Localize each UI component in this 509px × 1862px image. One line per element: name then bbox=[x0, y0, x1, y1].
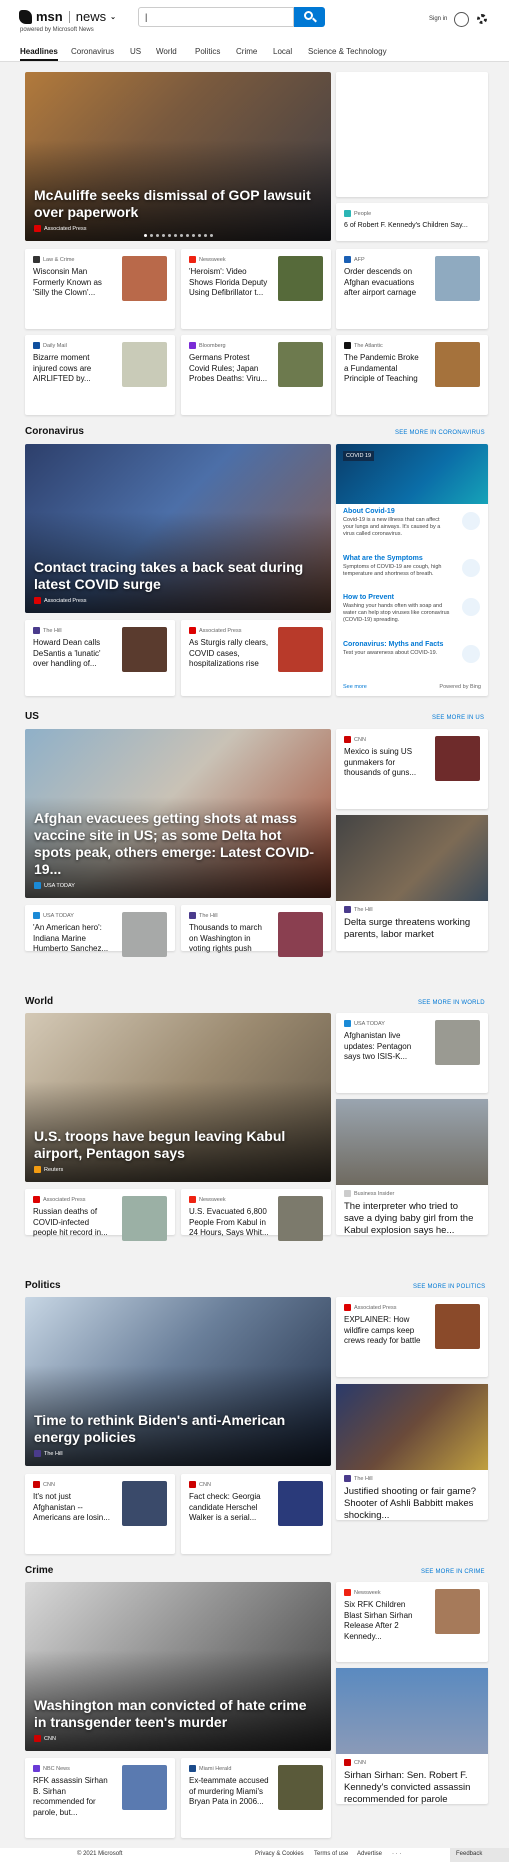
chevron-down-icon: ⌄ bbox=[110, 13, 116, 21]
covid-myths[interactable]: Coronavirus: Myths and Facts Test your aw… bbox=[343, 641, 483, 663]
feedback-button[interactable]: Feedback bbox=[450, 1848, 509, 1862]
see-more-world[interactable]: SEE MORE IN WORLD bbox=[418, 1000, 485, 1006]
tab-politics[interactable]: Politics bbox=[195, 47, 220, 56]
list-item[interactable]: Associated Press As Sturgis rally clears… bbox=[181, 620, 331, 696]
section-title-coronavirus: Coronavirus bbox=[25, 426, 84, 437]
list-item[interactable]: Business Insider The interpreter who tri… bbox=[336, 1099, 488, 1236]
tab-coronavirus[interactable]: Coronavirus bbox=[71, 47, 114, 56]
search-button[interactable] bbox=[294, 7, 325, 27]
covid-prevent[interactable]: How to Prevent Washing your hands often w… bbox=[343, 594, 483, 624]
list-item[interactable]: People 6 of Robert F. Kennedy's Children… bbox=[336, 203, 488, 241]
list-item[interactable]: USA TODAY Afghanistan live updates: Pent… bbox=[336, 1013, 488, 1093]
hero-source: Associated Press bbox=[34, 225, 87, 232]
brand-name: msn bbox=[36, 9, 63, 24]
list-item[interactable]: Newsweek 'Heroism': Video Shows Florida … bbox=[181, 249, 331, 329]
list-item[interactable]: The Atlantic The Pandemic Broke a Fundam… bbox=[336, 335, 488, 415]
header: msn news ⌄ powered by Microsoft News | S… bbox=[0, 0, 509, 62]
list-item[interactable]: CNN It's not just Afghanistan -- America… bbox=[25, 1474, 175, 1554]
list-item[interactable]: CNN Mexico is suing US gunmakers for tho… bbox=[336, 729, 488, 809]
gear-icon[interactable] bbox=[477, 14, 487, 24]
copyright: © 2021 Microsoft bbox=[77, 1851, 123, 1857]
see-more-crime[interactable]: SEE MORE IN CRIME bbox=[421, 1569, 485, 1575]
powered-by: powered by Microsoft News bbox=[20, 27, 94, 33]
list-item[interactable]: The Hill Howard Dean calls DeSantis a 'l… bbox=[25, 620, 175, 696]
list-item[interactable]: Associated Press Russian deaths of COVID… bbox=[25, 1189, 175, 1241]
world-hero[interactable]: U.S. troops have begun leaving Kabul air… bbox=[25, 1013, 331, 1182]
covid-about[interactable]: About Covid-19 Covid-19 is a new illness … bbox=[343, 508, 483, 538]
list-item[interactable]: Law & Crime Wisconsin Man Formerly Known… bbox=[25, 249, 175, 329]
info-icon bbox=[462, 512, 480, 530]
ad-placeholder bbox=[336, 72, 488, 197]
list-item[interactable]: CNN Fact check: Georgia candidate Hersch… bbox=[181, 1474, 331, 1554]
list-item[interactable]: Newsweek U.S. Evacuated 6,800 People Fro… bbox=[181, 1189, 331, 1241]
top-hero[interactable]: McAuliffe seeks dismissal of GOP lawsuit… bbox=[25, 72, 331, 241]
list-item[interactable]: Bloomberg Germans Protest Covid Rules; J… bbox=[181, 335, 331, 415]
avatar-icon[interactable] bbox=[454, 12, 469, 27]
section-title-us: US bbox=[25, 711, 39, 722]
section-title-world: World bbox=[25, 996, 54, 1007]
list-item[interactable]: The Hill Thousands to march on Washingto… bbox=[181, 905, 331, 957]
butterfly-icon bbox=[19, 9, 32, 24]
tab-headlines[interactable]: Headlines bbox=[20, 47, 58, 61]
list-item[interactable]: NBC News RFK assassin Sirhan B. Sirhan r… bbox=[25, 1758, 175, 1838]
tab-world[interactable]: World bbox=[156, 47, 177, 56]
search-input[interactable]: | bbox=[138, 7, 294, 27]
list-item[interactable]: The Hill Delta surge threatens working p… bbox=[336, 815, 488, 951]
politics-hero[interactable]: Time to rethink Biden's anti-American en… bbox=[25, 1297, 331, 1466]
covid-symptoms[interactable]: What are the Symptoms Symptoms of COVID-1… bbox=[343, 555, 483, 578]
section-title-crime: Crime bbox=[25, 1565, 54, 1576]
tab-crime[interactable]: Crime bbox=[236, 47, 257, 56]
news-label: news bbox=[75, 9, 107, 24]
crime-hero[interactable]: Washington man convicted of hate crime i… bbox=[25, 1582, 331, 1751]
signin-link[interactable]: Sign in bbox=[429, 16, 447, 22]
list-item[interactable]: USA TODAY 'An American hero': Indiana Ma… bbox=[25, 905, 175, 957]
symptoms-icon bbox=[462, 559, 480, 577]
see-more-us[interactable]: SEE MORE IN US bbox=[432, 715, 484, 721]
quiz-icon bbox=[462, 645, 480, 663]
carousel-dots[interactable] bbox=[25, 234, 331, 237]
list-item[interactable]: AFP Order descends on Afghan evacuations… bbox=[336, 249, 488, 329]
see-more-coronavirus[interactable]: SEE MORE IN CORONAVIRUS bbox=[395, 430, 485, 436]
list-item[interactable]: Daily Mail Bizarre moment injured cows a… bbox=[25, 335, 175, 415]
footer: © 2021 Microsoft Privacy & Cookies Terms… bbox=[0, 1848, 509, 1862]
divider bbox=[68, 10, 70, 23]
tab-local[interactable]: Local bbox=[273, 47, 292, 56]
covid-see-more[interactable]: See more bbox=[343, 684, 367, 690]
more-menu[interactable]: · · · bbox=[392, 1851, 401, 1857]
covid-info-panel: COVID 19 About Covid-19 Covid-19 is a new… bbox=[336, 444, 488, 696]
see-more-politics[interactable]: SEE MORE IN POLITICS bbox=[413, 1284, 485, 1290]
tab-us[interactable]: US bbox=[130, 47, 141, 56]
list-item[interactable]: Associated Press EXPLAINER: How wildfire… bbox=[336, 1297, 488, 1377]
list-item[interactable]: CNN Sirhan Sirhan: Sen. Robert F. Kenned… bbox=[336, 1668, 488, 1805]
section-title-politics: Politics bbox=[25, 1280, 61, 1291]
handwash-icon bbox=[462, 598, 480, 616]
us-hero[interactable]: Afghan evacuees getting shots at mass va… bbox=[25, 729, 331, 898]
hero-title: McAuliffe seeks dismissal of GOP lawsuit… bbox=[34, 187, 311, 220]
privacy-link[interactable]: Privacy & Cookies bbox=[255, 1851, 304, 1857]
tab-science-technology[interactable]: Science & Technology bbox=[308, 47, 387, 56]
msn-logo[interactable]: msn news ⌄ bbox=[19, 9, 116, 24]
advertise-link[interactable]: Advertise bbox=[357, 1851, 382, 1857]
terms-link[interactable]: Terms of use bbox=[314, 1851, 348, 1857]
list-item[interactable]: Newsweek Six RFK Children Blast Sirhan S… bbox=[336, 1582, 488, 1662]
list-item[interactable]: The Hill Justified shooting or fair game… bbox=[336, 1384, 488, 1521]
list-item[interactable]: Miami Herald Ex-teammate accused of murd… bbox=[181, 1758, 331, 1838]
coronavirus-hero[interactable]: Contact tracing takes a back seat during… bbox=[25, 444, 331, 613]
